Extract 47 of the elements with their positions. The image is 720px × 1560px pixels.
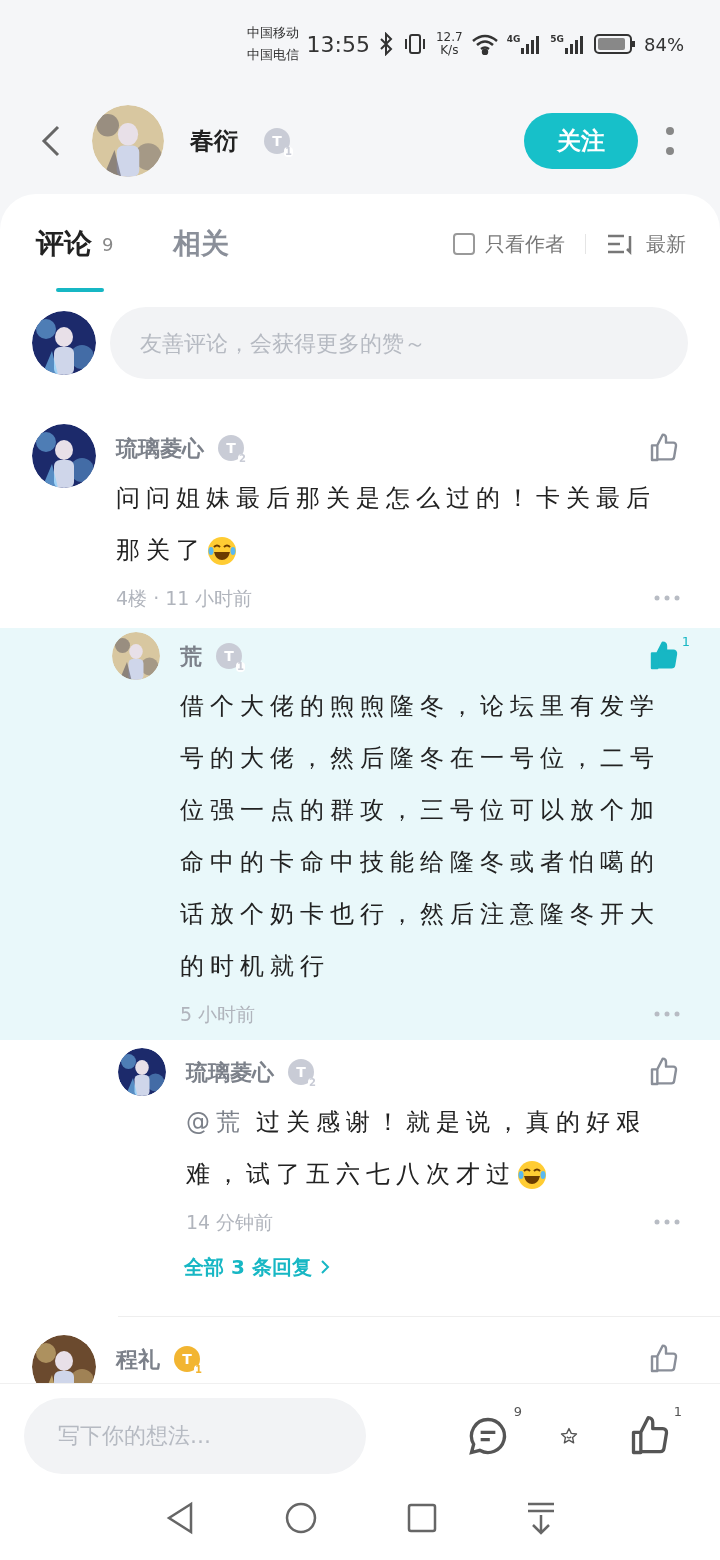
more-icon[interactable] xyxy=(664,126,676,156)
comment-text: 问问姐妹最后那关是怎么过的！卡关最后那关了 xyxy=(116,472,680,577)
tab[interactable]: 相关 xyxy=(173,194,230,294)
user-name[interactable]: 程礼 xyxy=(116,1342,160,1376)
carrier-name: 中国电信 xyxy=(246,46,299,64)
network-type: 5G xyxy=(550,33,564,46)
level-badge: T 1 xyxy=(174,1346,200,1373)
network-type: 4G xyxy=(506,33,521,46)
user-name[interactable]: 荒 xyxy=(180,639,202,673)
carrier-name: 中国移动 xyxy=(246,24,299,42)
network-speed: K/s xyxy=(440,44,459,57)
more-icon[interactable] xyxy=(654,595,680,602)
mention-link[interactable]: @荒 xyxy=(186,1108,246,1137)
network-speed: 12.7 xyxy=(435,31,463,44)
signal-icon xyxy=(564,33,586,55)
sort-button[interactable]: 最新 xyxy=(606,229,686,259)
bluetooth-icon xyxy=(377,32,394,56)
sort-icon xyxy=(606,233,634,255)
all-replies-link[interactable]: 全部 3 条回复 xyxy=(184,1252,330,1283)
more-icon[interactable] xyxy=(654,1219,680,1226)
comment-meta: 4楼 · 11 小时前 xyxy=(116,586,254,612)
comment-meta: 5 小时前 xyxy=(180,1002,257,1028)
battery-icon xyxy=(594,33,636,55)
like-count: 1 xyxy=(681,633,690,652)
checkbox[interactable] xyxy=(453,233,475,255)
comment-meta: 14 分钟前 xyxy=(186,1210,275,1236)
wifi-icon xyxy=(470,33,499,55)
dropdown-nav-icon[interactable] xyxy=(525,1501,556,1536)
tab[interactable]: 评论 9 xyxy=(36,194,114,294)
comment-count: 9 xyxy=(513,1402,522,1421)
comment-input[interactable]: 友善评论，会获得更多的赞～ xyxy=(110,307,688,380)
chevron-icon xyxy=(319,1259,330,1276)
comment-text: 借个大佬的煦煦隆冬，论坛里有发学号的大佬，然后隆冬在一号位，二号位强一点的群攻，三号位可以放个加命中的卡命中技能给隆冬或者怕噶的话放个奶卡也行，然后注意隆冬开大的时机就行 xyxy=(180,691,661,983)
author-name: 春衍 xyxy=(190,126,238,157)
comment-text: @荒 过关感谢！就是说，真的好艰难，试了五六七八次才过 xyxy=(186,1096,680,1201)
like-count: 1 xyxy=(673,1402,682,1421)
reply-input[interactable]: 写下你的想法... xyxy=(24,1397,366,1474)
clock: 13:55 xyxy=(306,30,370,59)
recents-nav-icon[interactable] xyxy=(406,1503,437,1534)
follow-button[interactable]: 关注 xyxy=(524,113,638,169)
user-name[interactable]: 琉璃菱心 xyxy=(186,1055,274,1089)
battery-percent: 84% xyxy=(644,32,684,57)
home-nav-icon[interactable] xyxy=(283,1501,318,1536)
back-nav-icon[interactable] xyxy=(164,1501,195,1536)
author-only-filter[interactable]: 只看作者 xyxy=(453,229,565,259)
more-icon[interactable] xyxy=(654,1011,680,1018)
user-name[interactable]: 琉璃菱心 xyxy=(116,431,204,465)
